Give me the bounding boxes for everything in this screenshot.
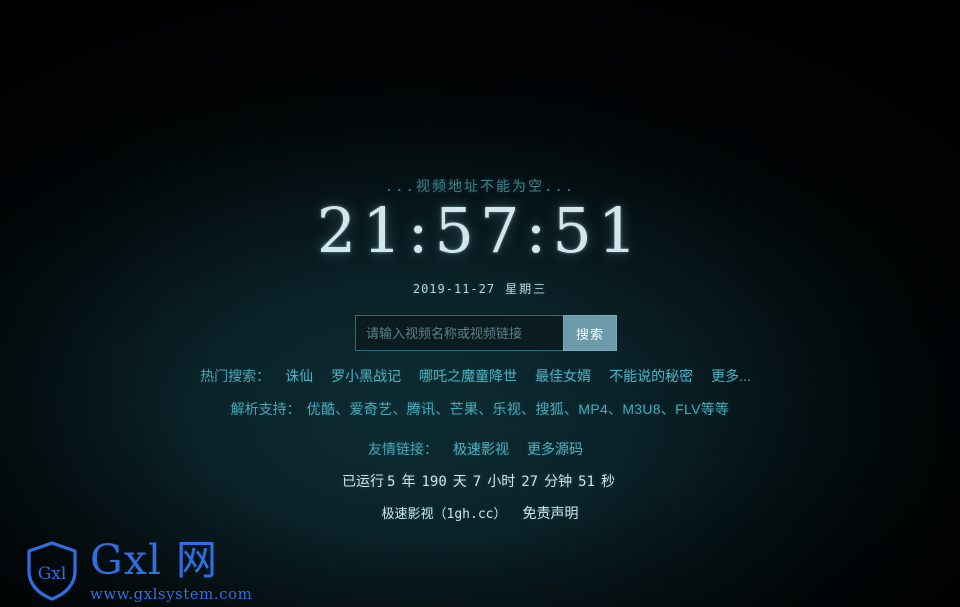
clock-weekday: 星期三 xyxy=(505,282,548,296)
watermark: Gxl Gxl 网 www.gxlsystem.com xyxy=(24,540,252,602)
uptime-years-unit: 年 xyxy=(401,473,416,489)
hot-search-item-0[interactable]: 诛仙 xyxy=(285,368,313,384)
friend-links-row: 友情链接： 极速影视 更多源码 xyxy=(0,439,960,459)
footer-disclaimer-link[interactable]: 免责声明 xyxy=(522,505,578,521)
uptime-seconds: 51 xyxy=(578,474,595,490)
friend-link-0[interactable]: 极速影视 xyxy=(453,441,509,457)
hot-search-label: 热门搜索： xyxy=(200,368,271,384)
uptime-days: 190 xyxy=(421,474,447,490)
search-input[interactable] xyxy=(355,315,563,351)
uptime-prefix: 已运行 xyxy=(342,473,385,489)
hot-search-item-2[interactable]: 哪吒之魔童降世 xyxy=(419,368,517,384)
hot-search-item-1[interactable]: 罗小黑战记 xyxy=(331,368,401,384)
footer-site-link[interactable]: 极速影视（1gh.cc） xyxy=(382,507,507,522)
search-button[interactable]: 搜索 xyxy=(563,315,617,351)
uptime-days-unit: 天 xyxy=(452,473,467,489)
uptime-seconds-unit: 秒 xyxy=(600,473,615,489)
page-root: ...视频地址不能为空... 21:57:51 2019-11-27 星期三 搜索… xyxy=(0,0,960,607)
uptime-minutes-unit: 分钟 xyxy=(544,473,573,489)
footer-row: 极速影视（1gh.cc） 免责声明 xyxy=(0,503,960,523)
uptime-years: 5 xyxy=(387,474,396,490)
clock-time: 21:57:51 xyxy=(316,194,644,267)
watermark-title: Gxl 网 xyxy=(90,536,219,584)
parse-support-label: 解析支持： xyxy=(230,401,301,417)
hot-search-item-3[interactable]: 最佳女婿 xyxy=(535,368,591,384)
hot-search-item-4[interactable]: 不能说的秘密 xyxy=(609,368,693,384)
uptime-hours-unit: 小时 xyxy=(487,473,516,489)
hot-search-more-link[interactable]: 更多... xyxy=(711,368,751,384)
friend-links-label: 友情链接： xyxy=(368,441,438,457)
uptime-minutes: 27 xyxy=(521,474,539,490)
parse-support-list: 优酷、爱奇艺、腾讯、芒果、乐视、搜狐、MP4、M3U8、FLV等等 xyxy=(306,401,730,417)
search-bar: 搜索 xyxy=(355,315,617,351)
status-message: ...视频地址不能为空... xyxy=(384,179,576,195)
uptime-hours: 7 xyxy=(472,474,482,490)
watermark-url: www.gxlsystem.com xyxy=(90,585,253,603)
clock-date: 2019-11-27 xyxy=(412,282,496,296)
watermark-text-block: Gxl 网 www.gxlsystem.com xyxy=(90,540,252,602)
hot-search-row: 热门搜索： 诛仙 罗小黑战记 哪吒之魔童降世 最佳女婿 不能说的秘密 更多... xyxy=(0,366,960,386)
shield-icon: Gxl xyxy=(24,540,80,602)
parse-support-row: 解析支持： 优酷、爱奇艺、腾讯、芒果、乐视、搜狐、MP4、M3U8、FLV等等 xyxy=(0,399,960,419)
clock-date-line: 2019-11-27 星期三 xyxy=(0,280,960,297)
svg-text:Gxl: Gxl xyxy=(38,564,67,584)
friend-link-1[interactable]: 更多源码 xyxy=(527,441,583,457)
uptime-row: 已运行 5 年 190 天 7 小时 27 分钟 51 秒 xyxy=(0,471,960,491)
